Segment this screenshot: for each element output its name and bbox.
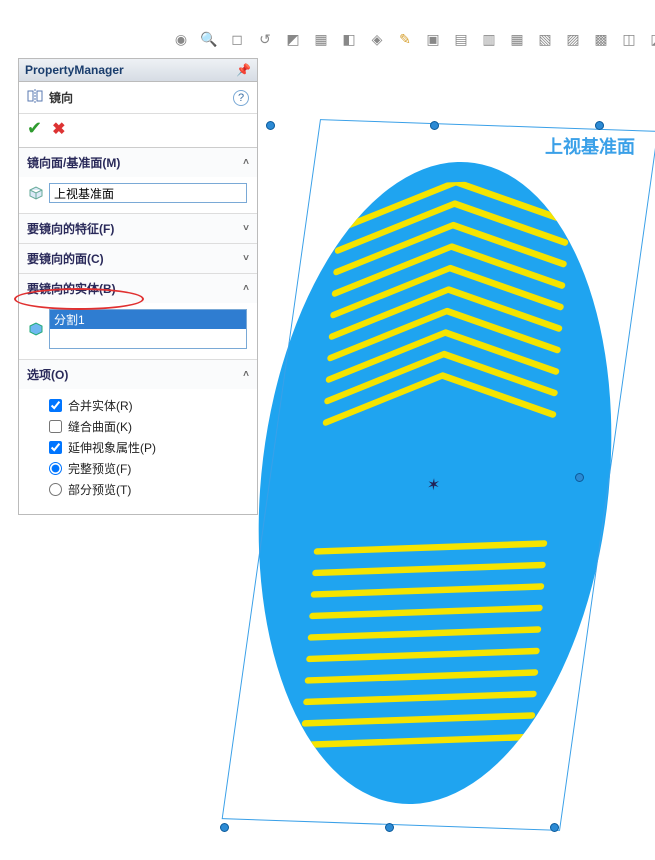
confirm-row: ✔ ✖	[19, 114, 257, 148]
section-mirror-plane: 镜向面/基准面(M) ˄	[19, 148, 257, 214]
chevron-up-icon: ˄	[243, 283, 249, 294]
chevron-down-icon: ˅	[243, 223, 249, 234]
reference-plane[interactable]	[222, 119, 655, 831]
plane-handle[interactable]	[266, 121, 275, 130]
option-label: 合并实体(R)	[68, 397, 133, 414]
plane-selection-icon	[27, 184, 45, 202]
list-item[interactable]: 分割1	[50, 310, 246, 329]
section-label: 要镜向的面(C)	[27, 250, 104, 267]
knit-checkbox[interactable]	[49, 420, 62, 433]
zoom-prev-icon[interactable]: ↺	[254, 28, 276, 50]
plane-handle[interactable]	[575, 473, 584, 482]
view-orient-icon[interactable]: ▦	[310, 28, 332, 50]
filter-icon[interactable]: ▩	[590, 28, 612, 50]
sketch-icon[interactable]: ✎	[394, 28, 416, 50]
chevron-down-icon: ˅	[243, 253, 249, 264]
property-manager-panel: PropertyManager 📌 镜向 ? ✔ ✖ 镜向面/基准面(M) ˄ …	[18, 58, 258, 515]
section-header-bodies[interactable]: 要镜向的实体(B) ˄	[19, 274, 257, 303]
property-manager-header: PropertyManager 📌	[19, 59, 257, 82]
chevron-up-icon: ˄	[243, 369, 249, 380]
merge-solids-checkbox[interactable]	[49, 399, 62, 412]
scene-icon[interactable]: ▤	[450, 28, 472, 50]
option-label: 完整预览(F)	[68, 460, 131, 477]
bodies-listbox[interactable]: 分割1	[49, 309, 247, 349]
section-header-options[interactable]: 选项(O) ˄	[19, 360, 257, 389]
appearance-icon[interactable]: ▣	[422, 28, 444, 50]
display-style-icon[interactable]: ◧	[338, 28, 360, 50]
feature-title: 镜向	[49, 89, 227, 106]
zoom-fit-icon[interactable]: 🔍	[198, 28, 220, 50]
plane-handle[interactable]	[595, 121, 604, 130]
settings-icon[interactable]: ▦	[506, 28, 528, 50]
plane-handle[interactable]	[550, 823, 559, 832]
option-knit-surfaces[interactable]: 缝合曲面(K)	[49, 416, 247, 437]
section-features-to-mirror: 要镜向的特征(F) ˅	[19, 214, 257, 244]
option-merge-solids[interactable]: 合并实体(R)	[49, 395, 247, 416]
option-label: 缝合曲面(K)	[68, 418, 132, 435]
option-propagate[interactable]: 延伸视象属性(P)	[49, 437, 247, 458]
render-icon[interactable]: ▥	[478, 28, 500, 50]
section-view-icon[interactable]: ◩	[282, 28, 304, 50]
plane-handle[interactable]	[430, 121, 439, 130]
option-full-preview[interactable]: 完整预览(F)	[49, 458, 247, 479]
section-header-mirror-plane[interactable]: 镜向面/基准面(M) ˄	[19, 148, 257, 177]
section-label: 要镜向的特征(F)	[27, 220, 114, 237]
graphics-viewport[interactable]: 上视基准面	[260, 55, 645, 845]
propagate-checkbox[interactable]	[49, 441, 62, 454]
property-manager-title: PropertyManager	[25, 63, 124, 77]
cancel-button[interactable]: ✖	[52, 119, 65, 139]
feature-title-row: 镜向 ?	[19, 82, 257, 114]
section-header-faces[interactable]: 要镜向的面(C) ˅	[19, 244, 257, 273]
section-label: 选项(O)	[27, 366, 68, 383]
split-icon[interactable]: ◫	[618, 28, 640, 50]
chevron-up-icon: ˄	[243, 157, 249, 168]
view-toolbar: ◉ 🔍 ◻ ↺ ◩ ▦ ◧ ◈ ✎ ▣ ▤ ▥ ▦ ▧ ▨ ▩ ◫ ◪	[170, 28, 655, 50]
option-partial-preview[interactable]: 部分预览(T)	[49, 479, 247, 500]
option-label: 延伸视象属性(P)	[68, 439, 156, 456]
orbit-icon[interactable]: ◉	[170, 28, 192, 50]
hide-show-icon[interactable]: ◈	[366, 28, 388, 50]
help-button[interactable]: ?	[233, 90, 249, 106]
section-label: 镜向面/基准面(M)	[27, 154, 120, 171]
display-state-icon[interactable]: ▧	[534, 28, 556, 50]
pushpin-icon[interactable]: 📌	[236, 63, 251, 77]
mirror-plane-input[interactable]	[49, 183, 247, 203]
section-options: 选项(O) ˄ 合并实体(R) 缝合曲面(K) 延伸视象属性(P) 完整预览(F…	[19, 360, 257, 514]
section-faces-to-mirror: 要镜向的面(C) ˅	[19, 244, 257, 274]
color-icon[interactable]: ◪	[646, 28, 655, 50]
mirror-feature-icon	[27, 88, 43, 107]
partial-preview-radio[interactable]	[49, 483, 62, 496]
plane-handle[interactable]	[385, 823, 394, 832]
configure-icon[interactable]: ▨	[562, 28, 584, 50]
full-preview-radio[interactable]	[49, 462, 62, 475]
section-label: 要镜向的实体(B)	[27, 280, 116, 297]
section-bodies-to-mirror: 要镜向的实体(B) ˄ 分割1	[19, 274, 257, 360]
zoom-area-icon[interactable]: ◻	[226, 28, 248, 50]
ok-button[interactable]: ✔	[27, 118, 42, 139]
section-header-features[interactable]: 要镜向的特征(F) ˅	[19, 214, 257, 243]
option-label: 部分预览(T)	[68, 481, 131, 498]
plane-handle[interactable]	[220, 823, 229, 832]
body-selection-icon	[27, 320, 45, 338]
